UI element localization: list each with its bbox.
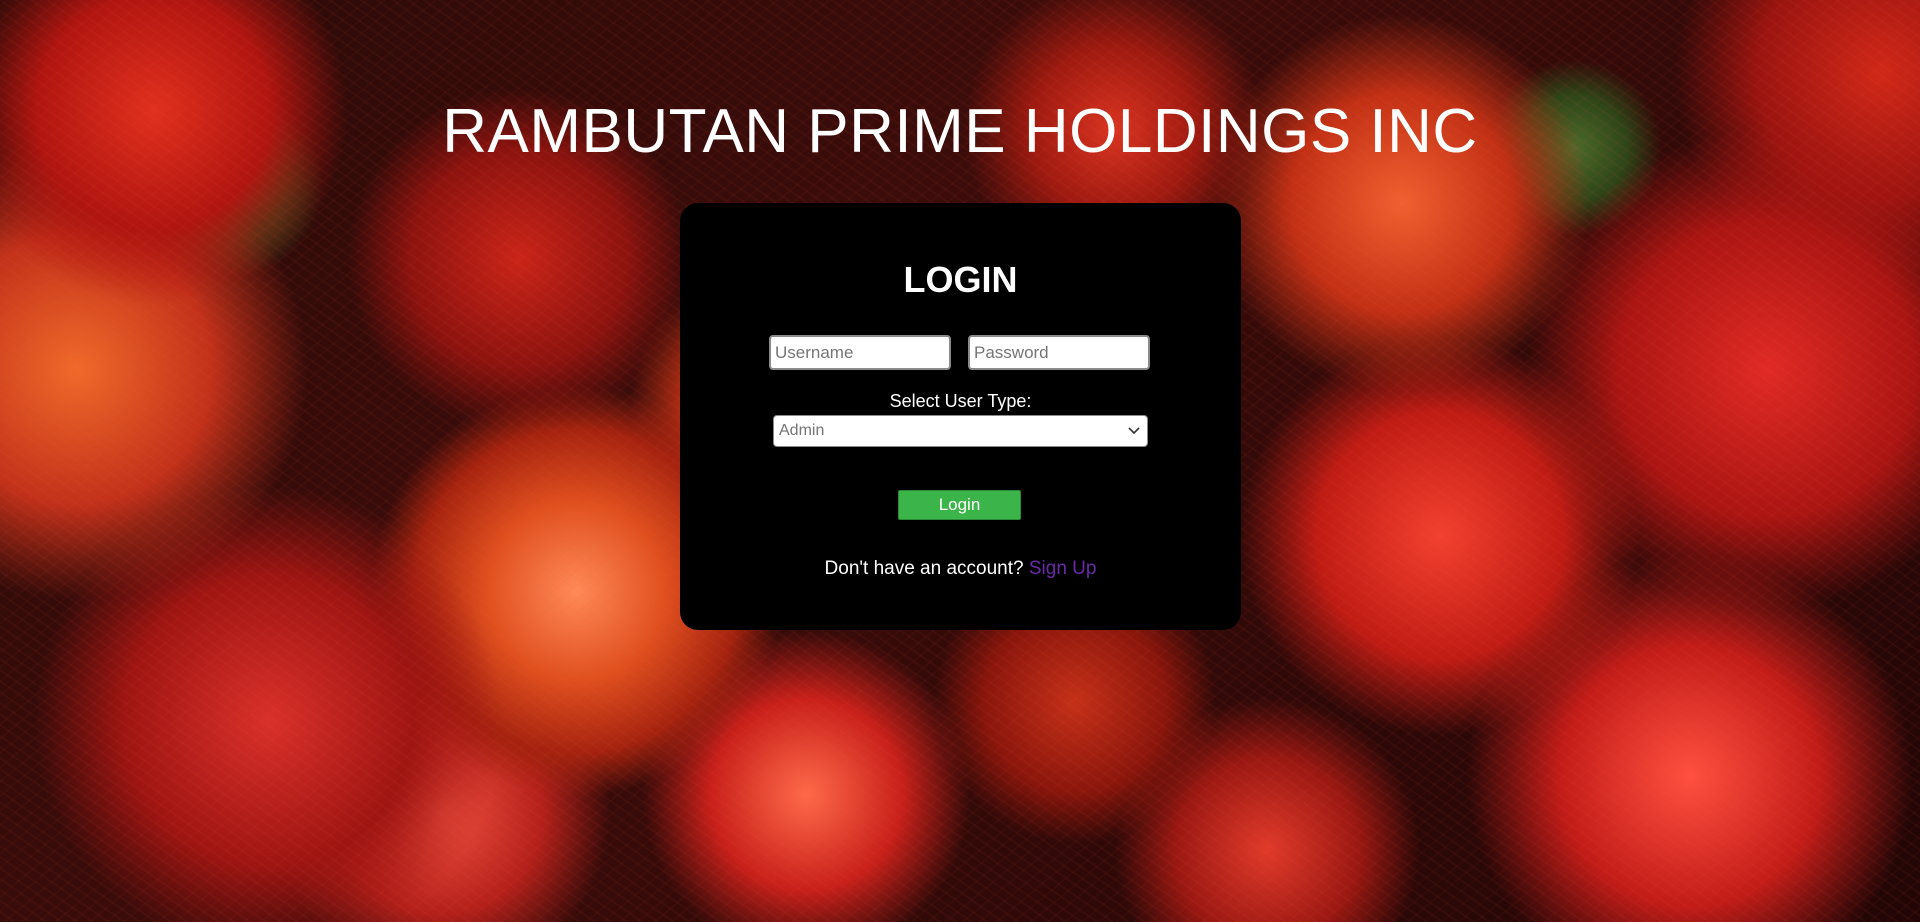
login-button[interactable]: Login: [898, 490, 1021, 520]
password-input[interactable]: [968, 335, 1150, 370]
company-title: RAMBUTAN PRIME HOLDINGS INC: [442, 97, 1478, 166]
signup-link[interactable]: Sign Up: [1029, 558, 1097, 579]
username-input[interactable]: [769, 335, 951, 370]
user-type-selected-value: Admin: [779, 422, 825, 439]
user-type-select[interactable]: Admin: [773, 415, 1148, 447]
login-page: RAMBUTAN PRIME HOLDINGS INC LOGIN Select…: [0, 0, 1920, 924]
signup-line: Don't have an account? Sign Up: [680, 558, 1241, 580]
user-type-label: Select User Type:: [889, 391, 1032, 411]
login-card: LOGIN Select User Type: Admin Login Don'…: [680, 203, 1241, 630]
signup-prompt: Don't have an account?: [824, 558, 1024, 579]
chevron-down-icon: [1128, 427, 1140, 435]
login-heading: LOGIN: [903, 259, 1018, 300]
